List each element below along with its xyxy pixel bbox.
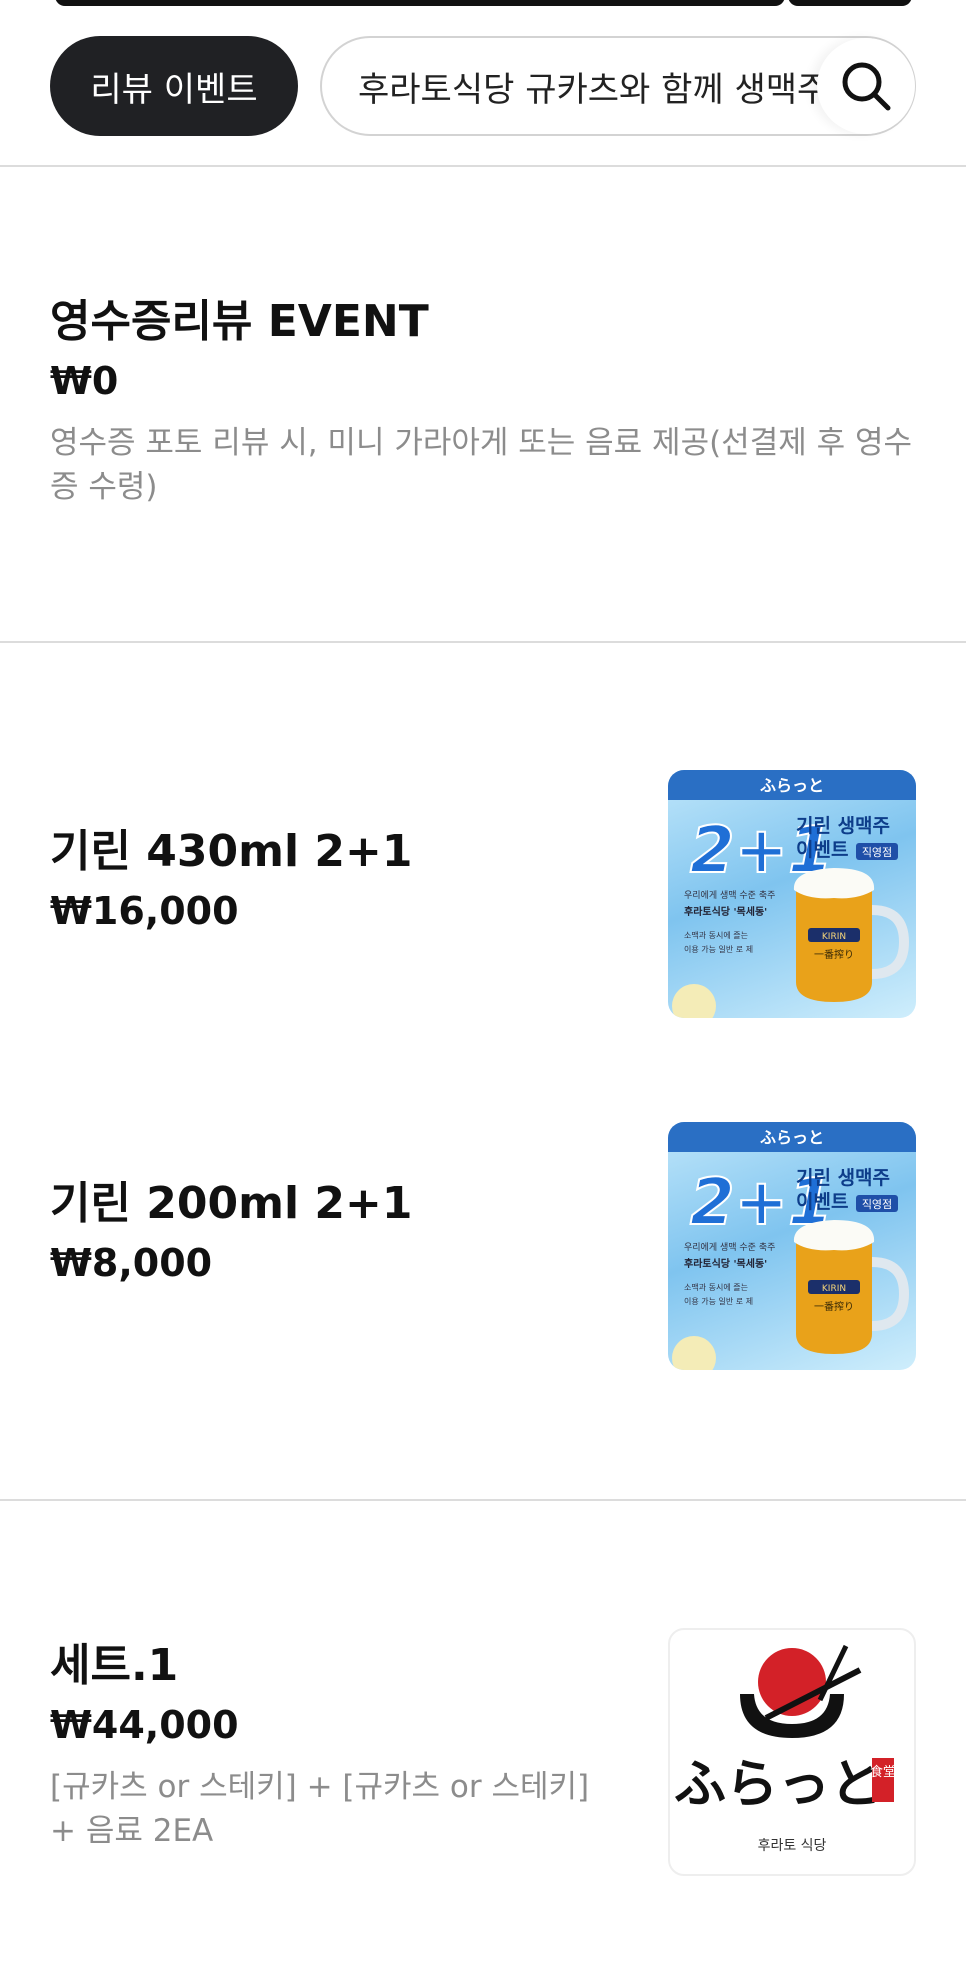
banner-logo-text: ふらっと xyxy=(760,776,824,795)
copy-line3: 소맥과 동시에 즐는 xyxy=(684,1282,748,1292)
copy-line2: 후라토식당 '목세동' xyxy=(684,905,767,918)
copy-line4: 이용 가능 일반 로 제 xyxy=(684,1296,753,1306)
title-line2: 이벤트 xyxy=(796,839,848,861)
glass-label2: 一番搾り xyxy=(814,1300,854,1313)
chip-review-event[interactable]: 리뷰 이벤트 xyxy=(50,36,298,136)
top-bar-left xyxy=(55,0,785,6)
copy-line4: 이용 가능 일반 로 제 xyxy=(684,944,753,954)
restaurant-logo: ふらっと 食堂 후라토 식당 xyxy=(674,1644,896,1854)
glass-label: KIRIN xyxy=(822,1284,846,1294)
menu-item-price: ₩44,000 xyxy=(50,1702,239,1747)
menu-item-price: ₩8,000 xyxy=(50,1240,213,1285)
menu-item-image-kirin-430[interactable]: ふらっと 2+1 기린 생맥주 이벤트 직영점 우리에게 생맥 수준 축주 후라… xyxy=(668,770,916,1018)
menu-item-name: 기린 200ml 2+1 xyxy=(50,1178,413,1229)
menu-item-description: 영수증 포토 리뷰 시, 미니 가라아게 또는 음료 제공(선결제 후 영수증 … xyxy=(50,425,913,505)
title-line1: 기린 생맥주 xyxy=(796,815,890,837)
top-bar-right xyxy=(788,0,912,6)
menu-item-receipt-review[interactable]: 영수증리뷰 EVENT ₩0 영수증 포토 리뷰 시, 미니 가라아게 또는 음… xyxy=(50,296,916,509)
copy-line3: 소맥과 동시에 즐는 xyxy=(684,930,748,940)
menu-item-set-1[interactable]: 세트.1 ₩44,000 [규카츠 or 스테키] + [규카츠 or 스테키]… xyxy=(50,1640,610,1853)
logo-caption: 후라토 식당 xyxy=(758,1838,827,1854)
tag-text: 직영점 xyxy=(862,1198,892,1211)
menu-item-kirin-430[interactable]: 기린 430ml 2+1 ₩16,000 xyxy=(50,826,610,934)
menu-item-name: 영수증리뷰 EVENT xyxy=(50,296,429,347)
menu-item-description: [규카츠 or 스테키] + [규카츠 or 스테키] + 음료 2EA xyxy=(50,1769,590,1849)
banner-logo-text: ふらっと xyxy=(760,1128,824,1147)
beer-event-illustration: ふらっと 2+1 기린 생맥주 이벤트 직영점 우리에게 생맥 수준 축주 후라… xyxy=(668,1122,916,1370)
beer-event-illustration: ふらっと 2+1 기린 생맥주 이벤트 직영점 우리에게 생맥 수준 축주 후라… xyxy=(668,770,916,1018)
glass-handle xyxy=(871,1257,910,1331)
copy-line2: 후라토식당 '목세동' xyxy=(684,1257,767,1270)
menu-item-name: 세트.1 xyxy=(50,1640,179,1691)
divider xyxy=(0,641,966,643)
tag-text: 직영점 xyxy=(862,846,892,859)
menu-item-kirin-200[interactable]: 기린 200ml 2+1 ₩8,000 xyxy=(50,1178,610,1286)
menu-item-price: ₩16,000 xyxy=(50,888,239,933)
menu-item-price: ₩0 xyxy=(50,358,119,403)
search-button[interactable] xyxy=(817,38,915,134)
search-icon xyxy=(842,62,891,111)
menu-item-name: 기린 430ml 2+1 xyxy=(50,826,413,877)
title-line1: 기린 생맥주 xyxy=(796,1167,890,1189)
copy-line1: 우리에게 생맥 수준 축주 xyxy=(684,890,775,901)
top-bars xyxy=(0,0,966,8)
title-line2: 이벤트 xyxy=(796,1191,848,1213)
glass-label: KIRIN xyxy=(822,932,846,942)
menu-item-image-kirin-200[interactable]: ふらっと 2+1 기린 생맥주 이벤트 직영점 우리에게 생맥 수준 축주 후라… xyxy=(668,1122,916,1370)
lemon-slice xyxy=(672,984,716,1018)
logo-script: ふらっと xyxy=(674,1754,882,1815)
divider xyxy=(0,165,966,167)
copy-line1: 우리에게 생맥 수준 축주 xyxy=(684,1242,775,1253)
divider xyxy=(0,1499,966,1501)
category-chip-row: 리뷰 이벤트 후라토식당 규카츠와 함께 생맥주 xyxy=(50,36,916,136)
glass-handle xyxy=(871,905,910,979)
menu-item-image-set-1[interactable]: ふらっと 食堂 후라토 식당 xyxy=(668,1628,916,1876)
glass-label2: 一番搾り xyxy=(814,948,854,961)
logo-stamp-text: 食堂 xyxy=(870,1764,896,1780)
lemon-slice xyxy=(672,1336,716,1370)
